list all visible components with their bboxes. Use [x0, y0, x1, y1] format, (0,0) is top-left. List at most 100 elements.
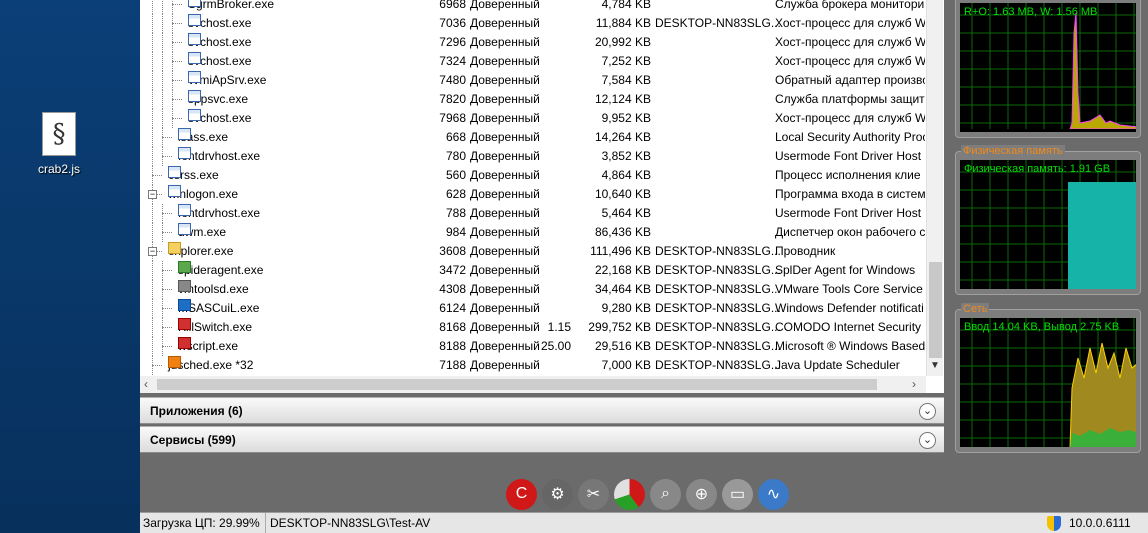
tree-line — [162, 327, 172, 328]
process-description: Диспетчер окон рабочего с — [775, 225, 925, 239]
horizontal-scroll-thumb[interactable] — [157, 379, 877, 390]
process-memory: 22,168 KB — [594, 263, 651, 277]
vertical-scroll-thumb[interactable] — [929, 262, 942, 358]
tree-line — [152, 299, 153, 318]
services-section-header[interactable]: Сервисы (599) ⌄ — [140, 426, 944, 453]
process-pid: 4308 — [439, 282, 466, 296]
pie-chart-icon[interactable] — [614, 478, 645, 510]
table-row[interactable]: spideragent.exe 3472 Доверенный 22,168 KB DE… — [140, 261, 926, 280]
table-row[interactable]: svchost.exe 7036 Доверенный 11,884 KB DESKTO… — [140, 14, 926, 33]
tree-line — [172, 118, 182, 119]
tree-line — [152, 52, 153, 71]
process-name: dwm.exe — [178, 223, 226, 242]
table-row[interactable]: WmiApSrv.exe 7480 Доверенный 7,584 KB Обратн… — [140, 71, 926, 90]
network-graph-chart — [960, 318, 1136, 447]
process-trust: Доверенный — [470, 339, 540, 353]
process-name: winlogon.exe — [168, 185, 238, 204]
tree-line — [152, 365, 162, 366]
process-memory: 4,784 KB — [601, 0, 651, 11]
window-icon[interactable]: ▭ — [722, 478, 753, 510]
process-trust: Доверенный — [470, 130, 540, 144]
table-row[interactable]: fontdrvhost.exe 780 Доверенный 3,852 KB User… — [140, 147, 926, 166]
chevron-down-icon[interactable]: ⌄ — [919, 432, 936, 449]
tree-line — [162, 346, 172, 347]
table-row[interactable]: KillSwitch.exe 8168 Доверенный 1.15 299,752 … — [140, 318, 926, 337]
process-trust: Доверенный — [470, 111, 540, 125]
tools-icon[interactable]: ✂ — [578, 478, 609, 510]
table-row[interactable]: csrss.exe 560 Доверенный 4,864 KB Процесс ис… — [140, 166, 926, 185]
table-row[interactable]: jusched.exe *32 7188 Доверенный 7,000 KB DES… — [140, 356, 926, 375]
process-trust: Доверенный — [470, 92, 540, 106]
table-row[interactable]: − explorer.exe 3608 Доверенный 111,496 KB DES… — [140, 242, 926, 261]
table-row[interactable]: dwm.exe 984 Доверенный 86,436 KB Диспетчер о… — [140, 223, 926, 242]
process-trust: Доверенный — [470, 358, 540, 372]
process-description: Java Update Scheduler — [775, 358, 900, 372]
scroll-down-arrow-icon[interactable]: ▼ — [930, 360, 940, 371]
table-row[interactable]: fontdrvhost.exe 788 Доверенный 5,464 KB User… — [140, 204, 926, 223]
table-row[interactable]: MSASCuiL.exe 6124 Доверенный 9,280 KB DESKTO… — [140, 299, 926, 318]
cpu-load-status: Загрузка ЦП: 29.99% — [143, 516, 260, 530]
process-memory: 3,852 KB — [601, 149, 651, 163]
collapse-toggle-icon[interactable]: − — [148, 247, 157, 256]
tree-line — [152, 71, 153, 90]
vertical-scrollbar[interactable]: ▼ — [926, 0, 943, 376]
scroll-right-arrow-icon[interactable]: › — [912, 377, 916, 391]
process-pid: 560 — [445, 168, 466, 182]
tree-line — [162, 232, 172, 233]
search-icon[interactable]: ⌕ — [650, 478, 681, 510]
process-description: COMODO Internet Security — [775, 320, 922, 334]
table-row[interactable]: svchost.exe 7324 Доверенный 7,252 KB Хост-пр… — [140, 52, 926, 71]
memory-graph-title: Физическая память — [961, 145, 1065, 157]
disk-graph-box: R+O: 1.63 MB, W: 1.56 MB — [955, 0, 1141, 138]
process-memory: 4,864 KB — [601, 168, 651, 182]
tree-line — [172, 4, 182, 5]
tree-line — [172, 23, 182, 24]
process-pid: 7968 — [439, 111, 466, 125]
table-row[interactable]: − winlogon.exe 628 Доверенный 10,640 KB Прогр… — [140, 185, 926, 204]
scroll-left-arrow-icon[interactable]: ‹ — [144, 377, 148, 391]
process-trust: Доверенный — [470, 320, 540, 334]
table-row[interactable]: svchost.exe 7296 Доверенный 20,992 KB Хост-п… — [140, 33, 926, 52]
network-graph-box: Сеть Ввод 14.04 KB, Вывод 2.75 KB — [955, 303, 1141, 453]
process-name: vmtoolsd.exe — [178, 280, 249, 299]
comodo-icon[interactable]: C — [506, 478, 537, 510]
process-description: Usermode Font Driver Host — [775, 206, 922, 220]
process-memory: 7,000 KB — [601, 358, 651, 372]
version-status: 10.0.0.6111 — [1069, 516, 1131, 530]
process-icon — [178, 280, 191, 292]
table-row[interactable]: SgrmBroker.exe 6968 Доверенный 4,784 KB Служ… — [140, 0, 926, 14]
table-row[interactable]: lsass.exe 668 Доверенный 14,264 KB Local Sec… — [140, 128, 926, 147]
process-user: DESKTOP-NN83SLG... — [655, 339, 781, 353]
apps-section-header[interactable]: Приложения (6) ⌄ — [140, 397, 944, 424]
disk-graph-label: R+O: 1.63 MB, W: 1.56 MB — [964, 6, 1098, 18]
table-row[interactable]: vmtoolsd.exe 4308 Доверенный 34,464 KB DESKT… — [140, 280, 926, 299]
process-user: DESKTOP-NN83SLG... — [655, 282, 781, 296]
table-row[interactable]: wscript.exe 8188 Доверенный 25.00 29,516 KB D… — [140, 337, 926, 356]
process-description: Хост-процесс для служб W — [775, 35, 925, 49]
tree-line — [172, 42, 182, 43]
horizontal-scrollbar[interactable]: ‹ › — [140, 376, 926, 393]
process-pid: 6968 — [439, 0, 466, 11]
process-description: Хост-процесс для служб W — [775, 54, 925, 68]
process-pid: 3608 — [439, 244, 466, 258]
collapse-toggle-icon[interactable]: − — [148, 190, 157, 199]
tree-line — [162, 14, 163, 33]
process-description: Хост-процесс для служб W — [775, 16, 925, 30]
magnifier-icon[interactable]: ⊕ — [686, 478, 717, 510]
process-name: csrss.exe — [168, 166, 219, 185]
process-icon — [168, 356, 181, 368]
process-name: WmiApSrv.exe — [188, 71, 266, 90]
chevron-down-icon[interactable]: ⌄ — [919, 403, 936, 420]
process-trust: Доверенный — [470, 73, 540, 87]
process-name: svchost.exe — [188, 14, 251, 33]
tree-line — [152, 261, 153, 280]
tree-line — [172, 99, 182, 100]
process-memory: 29,516 KB — [594, 339, 651, 353]
monitor-icon[interactable]: ∿ — [758, 478, 789, 510]
tree-line — [172, 80, 182, 81]
process-description: Local Security Authority Proc — [775, 130, 925, 144]
settings-icon[interactable]: ⚙ — [542, 478, 573, 510]
table-row[interactable]: svchost.exe 7968 Доверенный 9,952 KB Хост-пр… — [140, 109, 926, 128]
table-row[interactable]: sppsvc.exe 7820 Доверенный 12,124 KB Служба … — [140, 90, 926, 109]
desktop-file-icon[interactable]: § crab2.js — [34, 112, 84, 176]
